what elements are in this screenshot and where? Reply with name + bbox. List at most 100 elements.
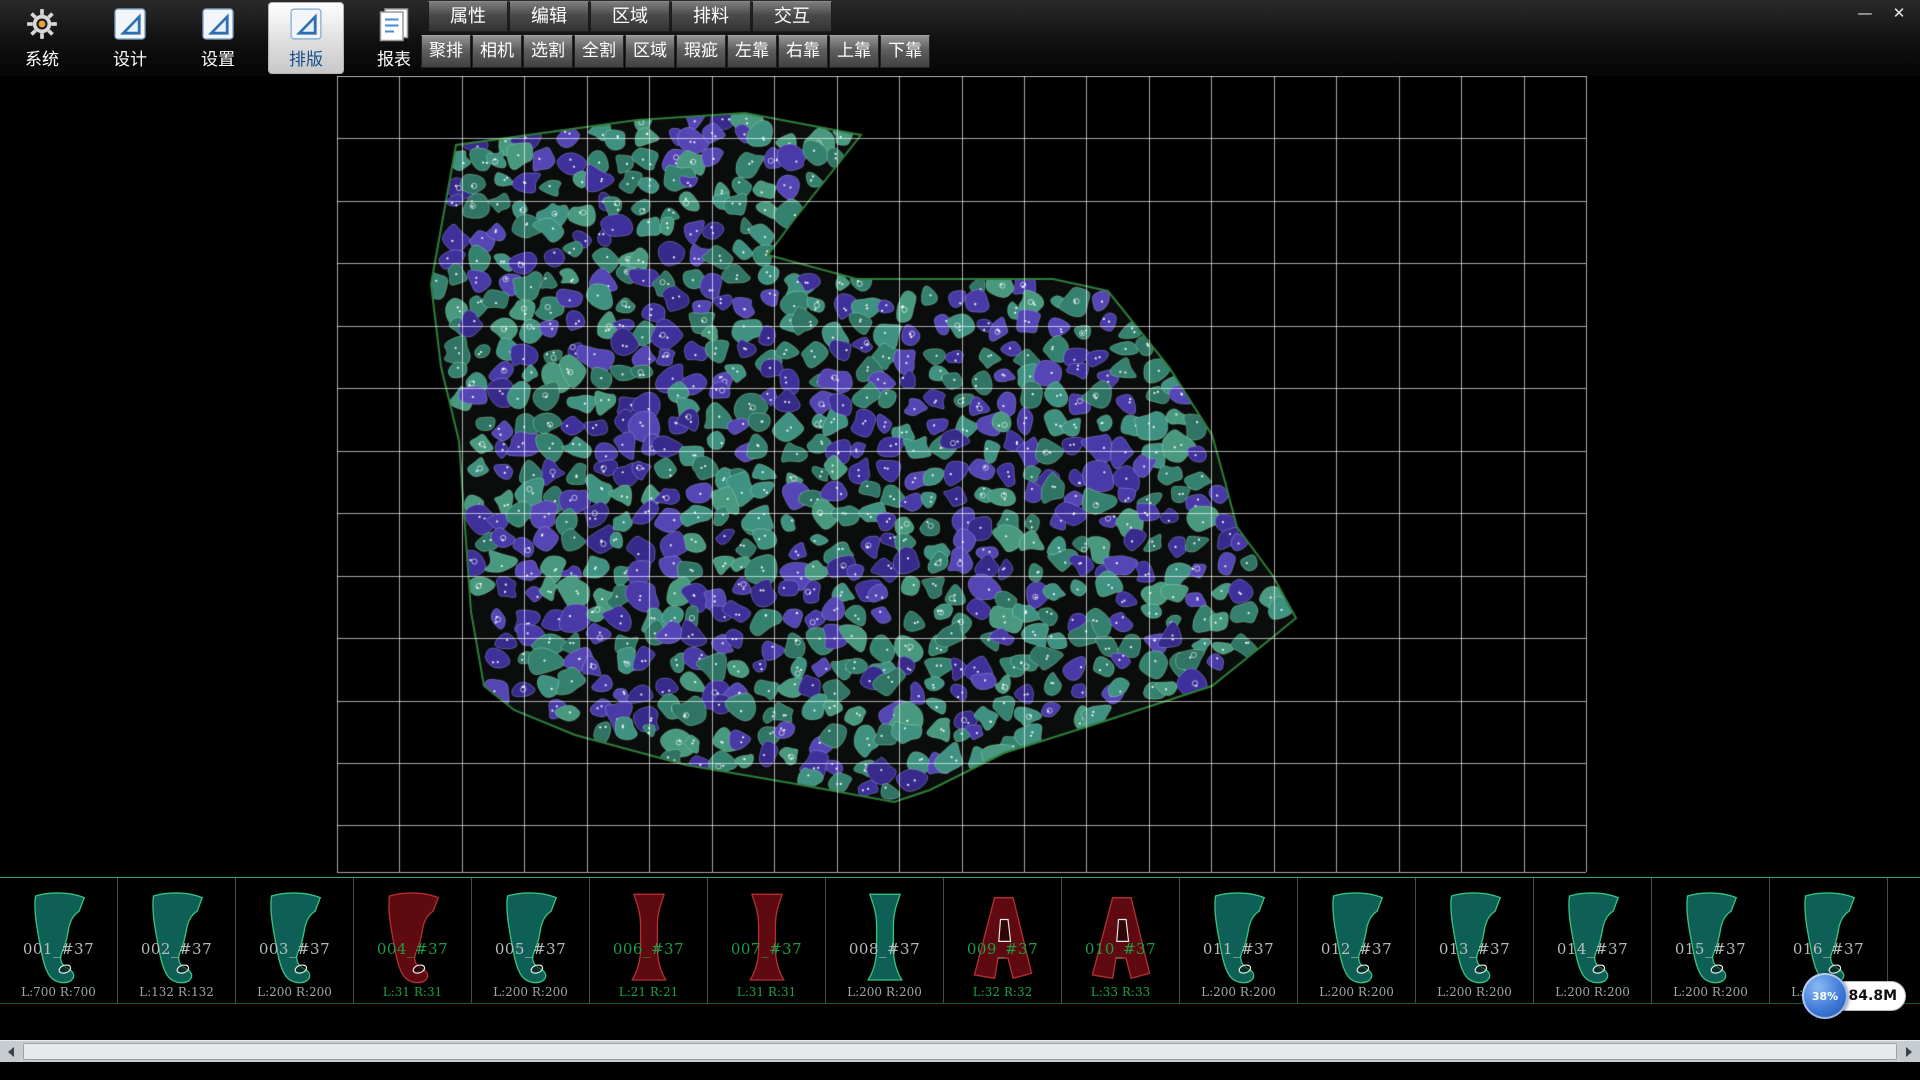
part-lr-label: L:200 R:200 [1298, 985, 1415, 999]
progress-badge: 38% [1802, 973, 1848, 1019]
part-id-label: 004_#37 [354, 940, 471, 958]
tool-button[interactable]: 相机 [472, 35, 522, 68]
part-shape [961, 882, 1045, 994]
part-thumbnail[interactable]: 002_#37 L:132 R:132 [118, 878, 236, 1003]
tool-button[interactable]: 选割 [523, 35, 573, 68]
part-id-label: 005_#37 [472, 940, 589, 958]
app-window: 系统设计设置排版报表 属性编辑区域排料交互 聚排相机选割全割区域瑕疵左靠右靠上靠… [0, 0, 1920, 1080]
part-thumbnail[interactable]: 005_#37L:200 R:200 [472, 878, 590, 1003]
triangle-ruler-icon [288, 6, 324, 42]
part-lr-label: L:200 R:200 [1652, 985, 1769, 999]
close-button[interactable]: ✕ [1884, 2, 1914, 24]
tool-button[interactable]: 聚排 [421, 35, 471, 68]
part-shape [843, 882, 927, 994]
part-thumbnail[interactable]: 013_#37L:200 R:200 [1416, 878, 1534, 1003]
tool-row: 聚排相机选割全割区域瑕疵左靠右靠上靠下靠 [421, 35, 930, 68]
part-id-label: 016_#37 [1770, 940, 1887, 958]
part-shape [607, 882, 691, 994]
main-toolbar-button[interactable]: 排版 [268, 2, 344, 74]
menu-tab[interactable]: 属性 [428, 1, 508, 32]
scroll-left-arrow[interactable] [0, 1041, 22, 1062]
report-icon [376, 6, 412, 42]
tool-button[interactable]: 区域 [625, 35, 675, 68]
part-lr-label: L:200 R:200 [1534, 985, 1651, 999]
part-thumbnail[interactable]: 010_#37 L:33 R:33 [1062, 878, 1180, 1003]
menu-tab[interactable]: 交互 [752, 1, 832, 32]
part-id-label: 014_#37 [1534, 940, 1651, 958]
part-shape [253, 882, 337, 994]
part-thumbnail[interactable]: 007_#37 L:31 R:31 [708, 878, 826, 1003]
main-toolbar-button[interactable]: 设置 [180, 2, 256, 74]
part-thumbnail[interactable]: 004_#37 L:31 R:31 [354, 878, 472, 1003]
gear-icon [24, 6, 60, 42]
scroll-right-arrow[interactable] [1898, 1041, 1920, 1062]
part-id-label: 009_#37 [944, 940, 1061, 958]
progress-value: 38% [1812, 990, 1838, 1003]
main-toolbar: 系统设计 设置 排版 报表 [4, 2, 432, 74]
part-thumbnail[interactable]: 011_#37L:200 R:200 [1180, 878, 1298, 1003]
tool-button[interactable]: 左靠 [727, 35, 777, 68]
parts-strip: 001_#37L:700 R:700002_#37L:132 R:132003_… [0, 877, 1920, 1004]
part-shape [1551, 882, 1635, 994]
part-id-label: 015_#37 [1652, 940, 1769, 958]
part-shape [371, 882, 455, 994]
part-lr-label: L:132 R:132 [118, 985, 235, 999]
part-id-label: 007_#37 [708, 940, 825, 958]
part-id-label: 002_#37 [118, 940, 235, 958]
main-toolbar-label: 设计 [113, 45, 147, 70]
part-shape [135, 882, 219, 994]
part-id-label: 003_#37 [236, 940, 353, 958]
main-toolbar-label: 排版 [289, 45, 323, 70]
part-shape [1669, 882, 1753, 994]
part-thumbnail[interactable]: 009_#37 L:32 R:32 [944, 878, 1062, 1003]
part-thumbnail[interactable]: 015_#37 L:200 R:200 [1652, 878, 1770, 1003]
part-id-label: 001_#37 [0, 940, 117, 958]
part-thumbnail[interactable]: 014_#37 L:200 R:200 [1534, 878, 1652, 1003]
part-lr-label: L:31 R:31 [708, 985, 825, 999]
triangle-ruler-icon [200, 6, 236, 42]
horizontal-scrollbar[interactable] [0, 1040, 1920, 1062]
part-shape [1197, 882, 1281, 994]
part-shape [1315, 882, 1399, 994]
part-id-label: 012_#37 [1298, 940, 1415, 958]
main-toolbar-button[interactable]: 设计 [92, 2, 168, 74]
menu-tab[interactable]: 区域 [590, 1, 670, 32]
part-lr-label: L:31 R:31 [354, 985, 471, 999]
part-id-label: 006_#37 [590, 940, 707, 958]
part-lr-label: L:200 R:200 [826, 985, 943, 999]
main-toolbar-label: 设置 [201, 45, 235, 70]
left-triangle-icon [8, 1047, 14, 1057]
part-lr-label: L:21 R:21 [590, 985, 707, 999]
tool-button[interactable]: 右靠 [778, 35, 828, 68]
part-thumbnail[interactable]: 003_#37 L:200 R:200 [236, 878, 354, 1003]
part-lr-label: L:200 R:200 [1180, 985, 1297, 999]
menu-tab[interactable]: 编辑 [509, 1, 589, 32]
part-lr-label: L:33 R:33 [1062, 985, 1179, 999]
part-lr-label: L:200 R:200 [236, 985, 353, 999]
part-lr-label: L:32 R:32 [944, 985, 1061, 999]
part-shape [17, 882, 101, 994]
part-id-label: 008_#37 [826, 940, 943, 958]
part-shape [489, 882, 573, 994]
part-shape [1079, 882, 1163, 994]
tool-button[interactable]: 下靠 [880, 35, 930, 68]
tool-button[interactable]: 瑕疵 [676, 35, 726, 68]
part-thumbnail[interactable]: 012_#37 L:200 R:200 [1298, 878, 1416, 1003]
part-thumbnail[interactable]: 008_#37 L:200 R:200 [826, 878, 944, 1003]
part-id-label: 010_#37 [1062, 940, 1179, 958]
header: 系统设计设置排版报表 属性编辑区域排料交互 聚排相机选割全割区域瑕疵左靠右靠上靠… [0, 0, 1920, 76]
window-controls: — ✕ [1850, 2, 1914, 24]
nesting-canvas[interactable] [0, 76, 1920, 877]
minimize-button[interactable]: — [1850, 2, 1880, 24]
part-shape [1433, 882, 1517, 994]
part-lr-label: L:700 R:700 [0, 985, 117, 999]
main-toolbar-button[interactable]: 系统 [4, 2, 80, 74]
part-thumbnail[interactable]: 006_#37 L:21 R:21 [590, 878, 708, 1003]
part-thumbnail[interactable]: 001_#37 L:700 R:700 [0, 878, 118, 1003]
part-shape [725, 882, 809, 994]
menu-tab[interactable]: 排料 [671, 1, 751, 32]
main-toolbar-label: 报表 [377, 45, 411, 70]
tool-button[interactable]: 上靠 [829, 35, 879, 68]
scrollbar-thumb[interactable] [23, 1043, 1897, 1060]
tool-button[interactable]: 全割 [574, 35, 624, 68]
